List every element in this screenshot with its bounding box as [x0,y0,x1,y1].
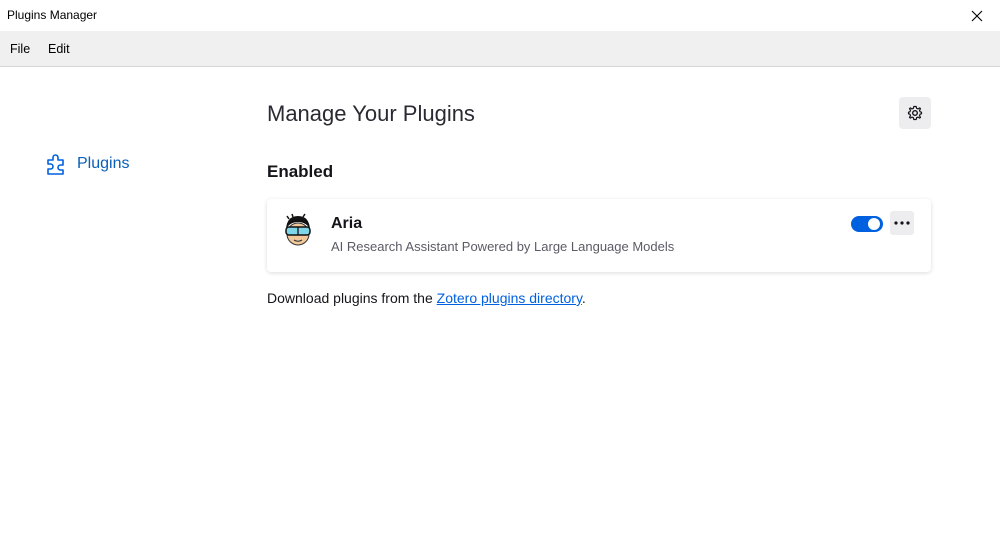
page-title: Manage Your Plugins [267,101,475,126]
download-plugins-prefix: Download plugins from the [267,290,437,306]
gear-icon [907,105,923,121]
sidebar-item-label: Plugins [77,155,130,172]
title-bar: Plugins Manager [0,0,1000,31]
sidebar-item-plugins[interactable]: Plugins [45,151,129,177]
menu-edit[interactable]: Edit [48,42,70,56]
zotero-plugins-directory-link[interactable]: Zotero plugins directory [437,290,582,306]
download-plugins-text: Download plugins from the Zotero plugins… [267,290,586,306]
plugin-name: Aria [331,215,363,232]
aria-avatar-icon [285,213,311,246]
close-icon [971,10,983,21]
plugin-description: AI Research Assistant Powered by Large L… [331,239,675,254]
toggle-knob [868,218,880,230]
plugin-enable-toggle[interactable] [851,216,883,232]
menu-file[interactable]: File [10,42,30,56]
download-plugins-suffix: . [581,290,586,306]
more-options-icon [894,221,910,225]
plugin-more-options-button[interactable] [890,211,914,235]
menu-bar: File Edit [0,31,1000,67]
close-button[interactable] [954,0,1000,31]
plugin-card[interactable]: Aria AI Research Assistant Powered by La… [267,199,931,272]
puzzle-icon [47,154,64,175]
window-title: Plugins Manager [7,8,98,22]
enabled-heading: Enabled [267,162,334,181]
settings-button[interactable] [899,97,931,129]
